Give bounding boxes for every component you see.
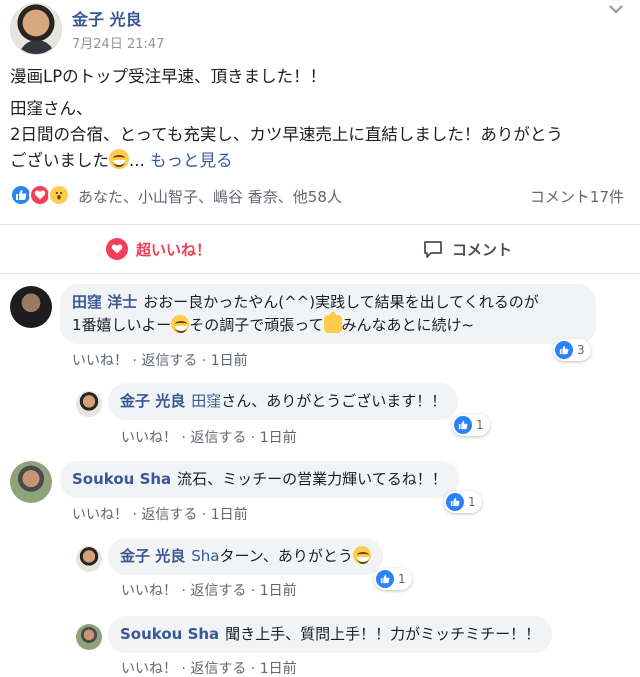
comment-actions: いいね！ · 返信する · 1日前	[72, 507, 248, 523]
mention-link[interactable]: 田窪	[191, 392, 221, 410]
commenter-avatar[interactable]	[76, 624, 102, 650]
comment-text: 1番嬉しいよー	[72, 316, 172, 334]
reaction-count: 1	[476, 418, 484, 432]
commenter-avatar[interactable]	[10, 461, 52, 503]
comment-text: さん、ありがとうございます！！	[221, 392, 447, 410]
comment-text: みんなあとに続け~	[341, 316, 475, 334]
comment-text: おおー良かったやん(^^)実践して結果を出してくれるのが	[143, 293, 539, 311]
post-line-text: 田窪さん、	[10, 99, 93, 118]
comment-time[interactable]: 1日前	[211, 353, 248, 369]
reply-link[interactable]: 返信する	[141, 507, 197, 523]
like-link[interactable]: いいね！	[121, 661, 177, 677]
comment-time[interactable]: 1日前	[260, 583, 297, 599]
post-header: 金子 光良 7月24日 21:47	[0, 0, 640, 58]
commenter-name[interactable]: Soukou Sha	[120, 625, 219, 643]
like-link[interactable]: いいね！	[121, 430, 177, 446]
reaction-count: 3	[577, 343, 585, 357]
post-line-text: ございました	[10, 151, 109, 170]
post-line-text: 2日間の合宿、とっても充実し、カツ早速売上に直結しました！ありがとう	[10, 125, 563, 144]
comment-bubble: 田窪 洋士 おおー良かったやん(^^)実践して結果を出してくれるのが 1番嬉しいよ…	[60, 284, 596, 344]
commenter-name[interactable]: Soukou Sha	[72, 470, 171, 488]
ellipsis: ...	[129, 151, 145, 170]
love-reaction-button[interactable]: 超いいね！	[106, 225, 211, 273]
action-bar: 超いいね！ コメント	[0, 224, 640, 274]
comment-time[interactable]: 1日前	[211, 507, 248, 523]
post-text: 漫画LPのトップ受注早速、頂きました！！ 田窪さん、 2日間の合宿、とっても充実…	[10, 64, 630, 180]
post-line: 田窪さん、	[10, 96, 630, 122]
like-link[interactable]: いいね！	[121, 583, 177, 599]
reaction-icons[interactable]	[10, 184, 76, 208]
reaction-names[interactable]: あなた、小山智子、嶋谷 香奈、他58人	[78, 186, 342, 207]
comment-actions: いいね！ · 返信する · 1日前	[72, 353, 248, 369]
love-icon	[106, 238, 128, 260]
comment-reactions-badge[interactable]: 1	[444, 491, 482, 513]
reaction-count: 1	[468, 495, 476, 509]
reply-comment: 金子 光良 田窪さん、ありがとうございます！！ 1 いいね！ · 返信する · 1…	[0, 383, 640, 447]
post-line: 2日間の合宿、とっても充実し、カツ早速売上に直結しました！ありがとう	[10, 122, 630, 148]
comment-text: 流石、ミッチーの営業力輝いてるね！！	[177, 470, 447, 488]
see-more-link[interactable]: もっと見る	[150, 151, 233, 170]
comment-actions: いいね！ · 返信する · 1日前	[121, 661, 297, 677]
comment-icon	[424, 241, 442, 258]
reactions-summary[interactable]: あなた、小山智子、嶋谷 香奈、他58人 コメント17件	[0, 180, 640, 214]
commenter-avatar[interactable]	[76, 391, 102, 417]
author-name[interactable]: 金子 光良	[72, 6, 142, 30]
comment-bubble: 金子 光良 Shaターン、ありがとう	[108, 538, 383, 575]
comment-bubble: Soukou Sha 流石、ミッチーの営業力輝いてるね！！	[60, 461, 459, 498]
smile-emoji-icon	[352, 546, 371, 564]
comment-text: 聞き上手、質問上手！！力がミッチミチー！！	[225, 625, 541, 643]
reply-comment: 金子 光良 Shaターン、ありがとう 1 いいね！ · 返信する · 1日前	[0, 538, 640, 602]
grin-emoji-icon	[171, 315, 190, 333]
thumbs-up-emoji-icon	[323, 312, 342, 333]
commenter-name[interactable]: 金子 光良	[120, 392, 185, 410]
like-icon	[446, 493, 464, 511]
mention-link[interactable]: Sha	[191, 547, 219, 565]
commenter-name[interactable]: 金子 光良	[120, 547, 185, 565]
comment-button-label: コメント	[452, 240, 513, 259]
love-button-label: 超いいね！	[136, 240, 212, 259]
comment-time[interactable]: 1日前	[260, 661, 297, 677]
like-icon	[454, 416, 472, 434]
reply-link[interactable]: 返信する	[190, 430, 246, 446]
comment-text: ターン、ありがとう	[219, 547, 353, 565]
comment-actions: いいね！ · 返信する · 1日前	[121, 583, 297, 599]
reply-link[interactable]: 返信する	[141, 353, 197, 369]
comment-actions: いいね！ · 返信する · 1日前	[121, 430, 297, 446]
comment-count[interactable]: コメント17件	[530, 186, 624, 207]
commenter-name[interactable]: 田窪 洋士	[72, 293, 137, 311]
like-icon	[555, 341, 573, 359]
comment-text: その調子で頑張って	[189, 316, 324, 334]
chevron-down-icon[interactable]	[608, 2, 624, 18]
wow-icon	[48, 184, 70, 206]
like-link[interactable]: いいね！	[72, 507, 128, 523]
comment-reactions-badge[interactable]: 1	[452, 414, 490, 436]
like-icon	[376, 570, 394, 588]
post-timestamp[interactable]: 7月24日 21:47	[72, 33, 164, 52]
author-avatar[interactable]	[10, 3, 62, 55]
comment-reactions-badge[interactable]: 1	[374, 568, 412, 590]
post-line: ございました... もっと見る	[10, 148, 630, 174]
reply-comment: Soukou Sha 聞き上手、質問上手！！力がミッチミチー！！ いいね！ · 返…	[0, 616, 640, 677]
smile-emoji-icon	[109, 149, 129, 169]
comment: 田窪 洋士 おおー良かったやん(^^)実践して結果を出してくれるのが 1番嬉しいよ…	[0, 284, 640, 372]
comment-button[interactable]: コメント	[422, 225, 512, 273]
comment-bubble: 金子 光良 田窪さん、ありがとうございます！！	[108, 383, 459, 420]
comment-reactions-badge[interactable]: 3	[553, 339, 591, 361]
comment-time[interactable]: 1日前	[260, 430, 297, 446]
commenter-avatar[interactable]	[10, 286, 52, 328]
reply-link[interactable]: 返信する	[190, 583, 246, 599]
post-line: 漫画LPのトップ受注早速、頂きました！！	[10, 67, 327, 86]
reaction-count: 1	[398, 572, 406, 586]
reply-link[interactable]: 返信する	[190, 661, 246, 677]
comment-bubble: Soukou Sha 聞き上手、質問上手！！力がミッチミチー！！	[108, 616, 553, 653]
commenter-avatar[interactable]	[76, 546, 102, 572]
like-link[interactable]: いいね！	[72, 353, 128, 369]
comment: Soukou Sha 流石、ミッチーの営業力輝いてるね！！ 1 いいね！ · 返信…	[0, 461, 640, 527]
